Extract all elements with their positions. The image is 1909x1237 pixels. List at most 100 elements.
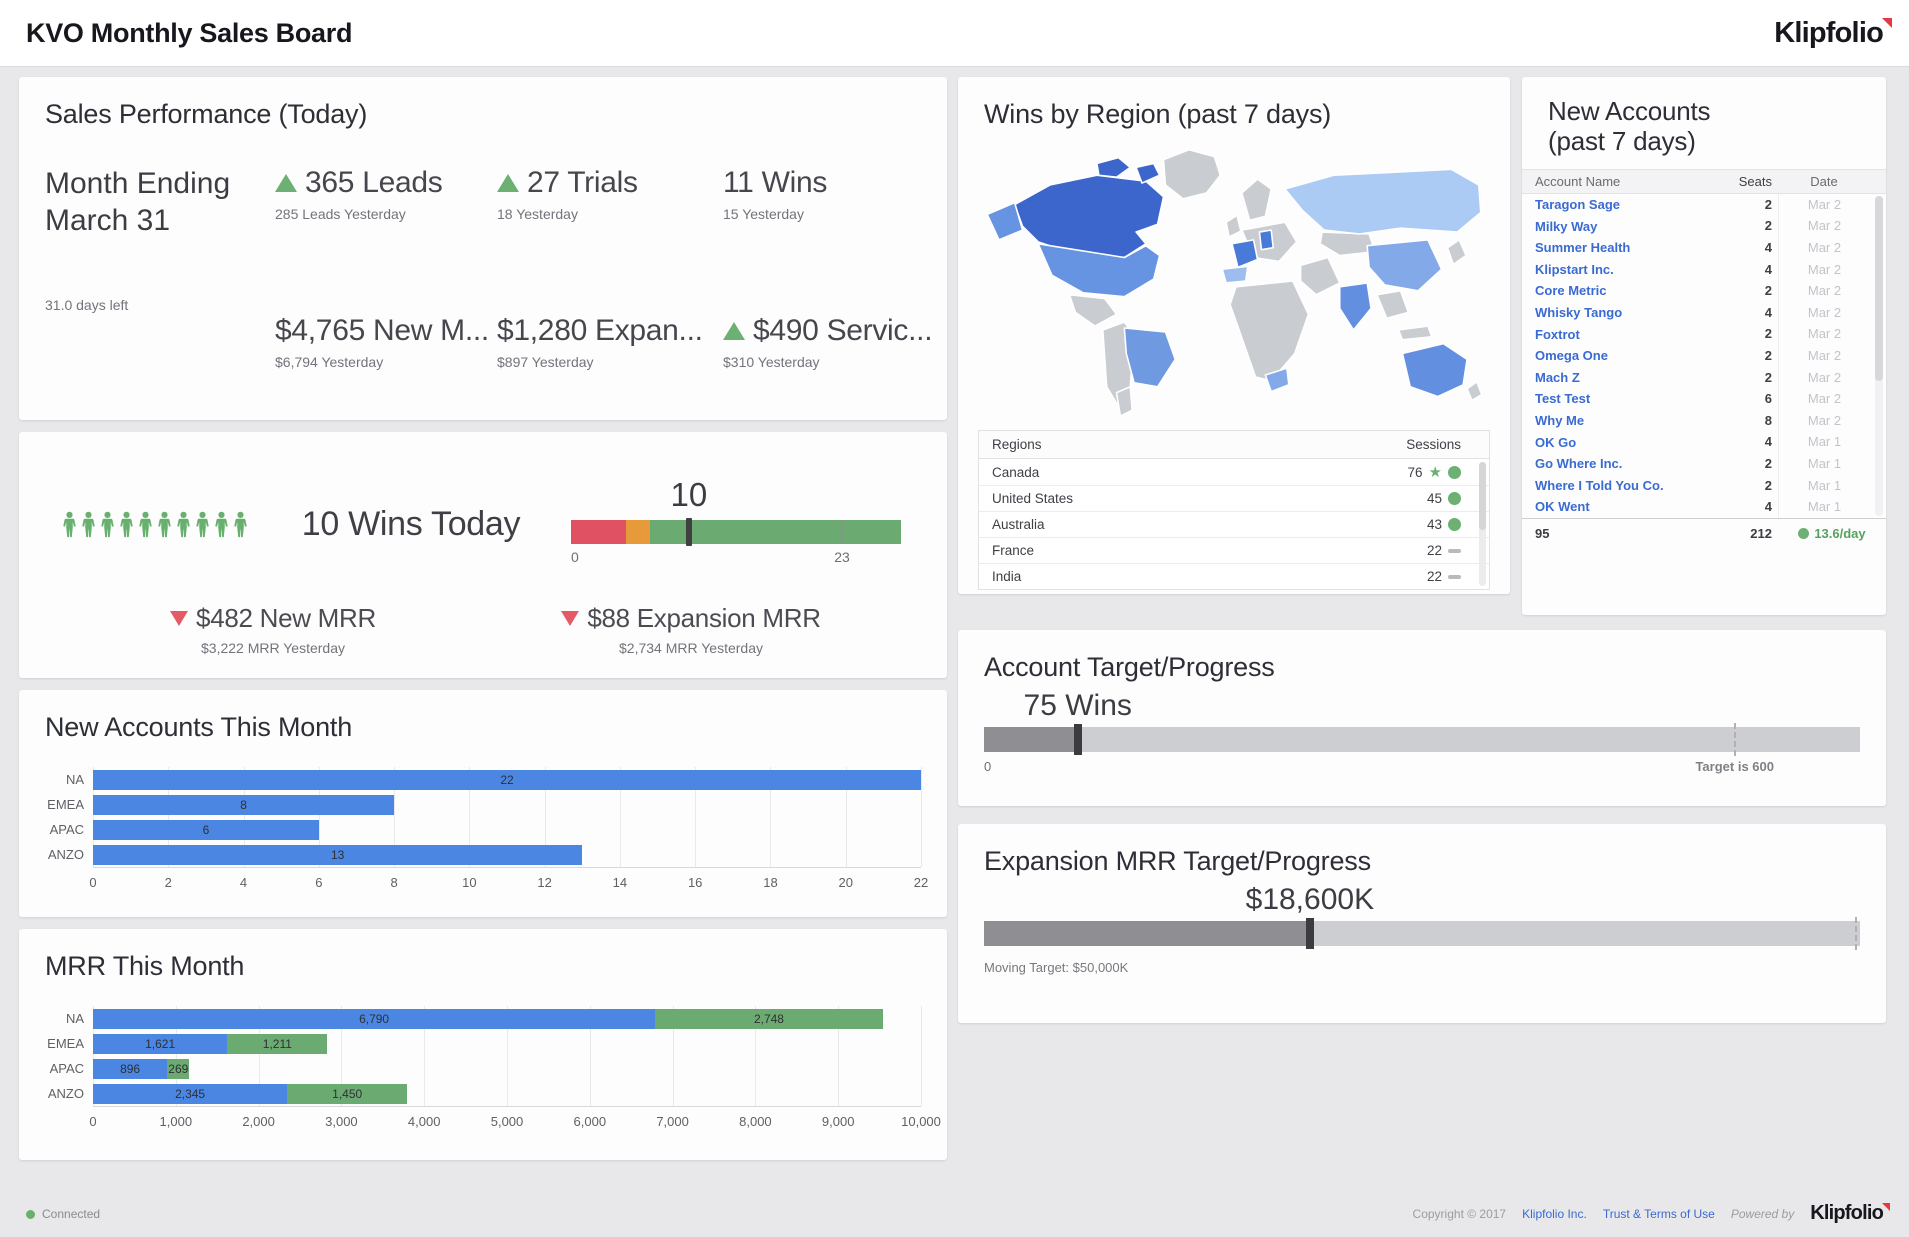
value-marker [1074,724,1082,755]
account-name-link[interactable]: Omega One [1522,348,1716,363]
person-icon [194,500,211,549]
x-tick-label: 4 [240,875,247,890]
x-tick-label: 9,000 [822,1114,855,1129]
seats-header: Seats [1716,174,1778,189]
account-name-link[interactable]: Whisky Tango [1522,305,1716,320]
account-name-link[interactable]: Mach Z [1522,370,1716,385]
account-date: Mar 2 [1778,194,1870,216]
metric: 27 Trials 18 Yesterday [497,166,723,314]
account-date: Mar 1 [1778,475,1870,497]
x-tick-label: 18 [763,875,777,890]
new-accounts-month-title: New Accounts This Month [45,712,921,743]
account-row: Foxtrot 2 Mar 2 [1522,323,1886,345]
region-row[interactable]: United States 45 [979,485,1489,511]
account-date: Mar 2 [1778,345,1870,367]
bar-row: 13 [93,842,921,867]
klipfolio-logo-text: Klipfolio [1810,1202,1883,1224]
wins-by-region-title: Wins by Region (past 7 days) [984,99,1494,130]
down-triangle-icon [561,611,579,626]
regions-table: Regions Sessions Canada 76★ United State… [978,430,1490,590]
category-label: ANZO [45,1081,84,1106]
account-name-link[interactable]: Core Metric [1522,283,1716,298]
scrollbar-thumb[interactable] [1875,196,1883,382]
new-accounts-week-title: New Accounts (past 7 days) [1522,97,1886,157]
axis-target-label: Target is 600 [1695,759,1774,774]
account-name-link[interactable]: Summer Health [1522,240,1716,255]
person-icon [232,500,249,549]
region-row[interactable]: Canada 76★ [979,459,1489,485]
x-tick-label: 12 [537,875,551,890]
bar-value-label: 1,211 [263,1037,292,1051]
mrr-month-card: MRR This Month NAEMEAAPACANZO 6,790 2,74… [19,929,947,1160]
account-seats: 4 [1716,302,1778,324]
account-row: Summer Health 4 Mar 2 [1522,237,1886,259]
regions-scrollbar[interactable] [1479,462,1486,586]
x-tick-label: 5,000 [491,1114,524,1129]
person-icon [213,500,230,549]
sales-performance-card: Sales Performance (Today) Month Ending M… [19,77,947,420]
wins-today-card: 10 Wins Today 10 0 23 $482 New MRR $3,22… [19,432,947,678]
bar-row: 22 [93,767,921,792]
account-name-link[interactable]: OK Go [1522,435,1716,450]
account-name-link[interactable]: OK Went [1522,499,1716,514]
account-name-link[interactable]: Where I Told You Co. [1522,478,1716,493]
x-tick-label: 20 [838,875,852,890]
sales-performance-title: Sales Performance (Today) [45,99,921,130]
category-label: APAC [45,817,84,842]
account-seats: 2 [1716,453,1778,475]
bar-segment: 1,450 [287,1084,407,1104]
rate-value: 13.6/day [1814,526,1865,541]
target-axis: Moving Target: $50,000K [984,953,1860,973]
accounts-table-header: Account Name Seats Date [1522,169,1886,194]
account-seats: 2 [1716,280,1778,302]
target-value-label: $18,600K [1246,883,1374,917]
account-row: Core Metric 2 Mar 2 [1522,280,1886,302]
account-row: Mach Z 2 Mar 2 [1522,367,1886,389]
account-seats: 4 [1716,237,1778,259]
gauge-target-line [841,520,843,544]
chart-x-axis: 0246810121416182022 [93,868,921,892]
wins-mrr-metrics: $482 New MRR $3,222 MRR Yesterday $88 Ex… [45,603,921,656]
person-icon [156,500,173,549]
account-name-link[interactable]: Milky Way [1522,219,1716,234]
down-triangle-icon [170,611,188,626]
region-row[interactable]: India 22 [979,563,1489,589]
x-tick-label: 6,000 [574,1114,607,1129]
gauge-bar [571,520,901,544]
account-name-link[interactable]: Taragon Sage [1522,197,1716,212]
gauge-value-label: 10 [670,476,707,514]
chart-plot-area: 6,790 2,748 1,621 1,211 896 269 2,345 1,… [93,1006,921,1107]
account-row: OK Went 4 Mar 1 [1522,496,1886,518]
klipfolio-logo-text: Klipfolio [1774,17,1883,49]
wins-today-label: 10 Wins Today [251,505,571,544]
bar-segment: 22 [93,770,921,790]
account-name-link[interactable]: Why Me [1522,413,1716,428]
metric: $482 New MRR $3,222 MRR Yesterday [133,603,413,656]
metric-subtitle: $2,734 MRR Yesterday [531,640,851,656]
region-sessions: 43 [1265,517,1489,532]
scrollbar-thumb[interactable] [1479,462,1486,530]
account-name-link[interactable]: Klipstart Inc. [1522,262,1716,277]
total-seats: 212 [1716,526,1778,541]
klipfolio-flag-icon [1882,18,1892,28]
account-name-link[interactable]: Go Where Inc. [1522,456,1716,471]
terms-link[interactable]: Trust & Terms of Use [1603,1207,1715,1221]
account-row: Where I Told You Co. 2 Mar 1 [1522,475,1886,497]
account-name-link[interactable]: Test Test [1522,391,1716,406]
company-link[interactable]: Klipfolio Inc. [1522,1207,1587,1221]
klipfolio-footer-logo[interactable]: Klipfolio [1810,1202,1883,1225]
region-row[interactable]: France 22 [979,537,1489,563]
accounts-scrollbar[interactable] [1875,196,1883,516]
wins-bullet-gauge: 10 0 23 [571,480,901,569]
account-row: Milky Way 2 Mar 2 [1522,215,1886,237]
bar-value-label: 6,790 [359,1012,389,1026]
account-date: Mar 2 [1778,215,1870,237]
month-ending-label: Month Ending March 31 [45,166,275,239]
account-seats: 6 [1716,388,1778,410]
x-tick-label: 8 [390,875,397,890]
region-row[interactable]: Australia 43 [979,511,1489,537]
up-triangle-icon [497,174,519,192]
account-name-link[interactable]: Foxtrot [1522,327,1716,342]
x-tick-label: 7,000 [656,1114,689,1129]
account-seats: 2 [1716,345,1778,367]
